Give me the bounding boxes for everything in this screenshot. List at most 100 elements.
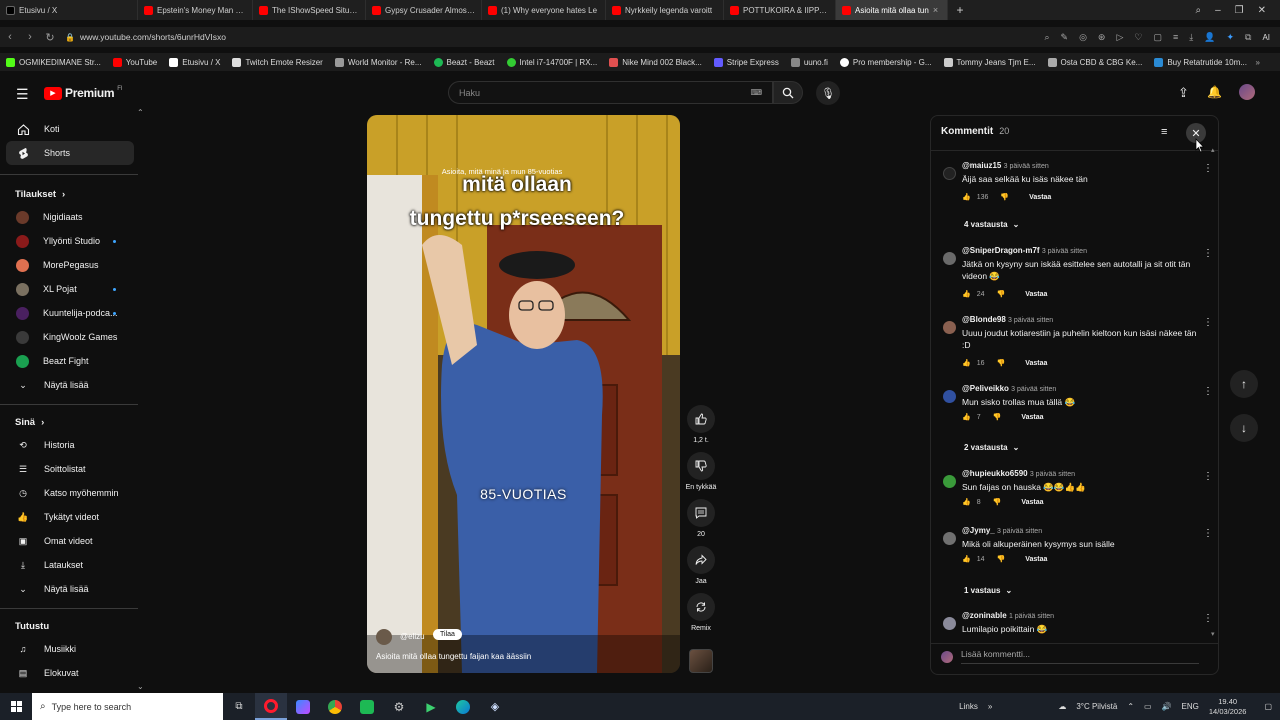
extension-icon[interactable]: ✦ xyxy=(1226,32,1234,43)
edge-icon[interactable] xyxy=(447,693,479,720)
overflow-icon[interactable]: » xyxy=(988,702,992,711)
volume-icon[interactable]: 🔊 xyxy=(1162,702,1172,711)
more-options-icon[interactable]: ⋮ xyxy=(1203,317,1213,328)
replies-toggle[interactable]: 2 vastausta ⌄ xyxy=(964,443,1019,452)
sidebar-item-music[interactable]: ♫ Musiikki xyxy=(0,637,128,661)
bookmark[interactable]: Nike Mind 002 Black... xyxy=(603,57,708,67)
share-icon[interactable] xyxy=(687,546,715,574)
comment-avatar[interactable] xyxy=(943,617,956,630)
reply-button[interactable]: Vastaa xyxy=(1025,291,1047,298)
like-icon[interactable]: 👍 xyxy=(962,290,971,298)
dislike-icon[interactable]: 👎 xyxy=(1000,193,1009,201)
bookmark[interactable]: YouTube xyxy=(107,57,163,67)
like-action[interactable]: 1,2 t. xyxy=(687,405,715,444)
like-icon[interactable]: 👍 xyxy=(962,555,971,563)
spotify-icon[interactable] xyxy=(351,693,383,720)
task-view-icon[interactable]: ⧉ xyxy=(223,693,255,720)
camera-icon[interactable]: ◎ xyxy=(1079,32,1087,43)
bookmark[interactable]: Intel i7-14700F | RX... xyxy=(501,57,604,67)
steam-icon[interactable]: ◈ xyxy=(479,693,511,720)
bookmark[interactable]: Tommy Jeans Tjm E... xyxy=(938,57,1042,67)
sidebar-item-history[interactable]: ⟲ Historia xyxy=(0,433,128,457)
bookmark[interactable]: World Monitor - Re... xyxy=(329,57,428,67)
like-icon[interactable]: 👍 xyxy=(962,498,971,506)
app-icon[interactable] xyxy=(287,693,319,720)
subscription-item[interactable]: Kuuntelija-podca... xyxy=(0,301,128,325)
search-input[interactable]: Haku ⌨ xyxy=(448,81,773,104)
channel-avatar[interactable] xyxy=(376,629,392,645)
comments-action[interactable]: 20 xyxy=(687,499,715,538)
media-player-icon[interactable]: ▶ xyxy=(415,693,447,720)
bookmark[interactable]: OGMIKEDIMANE Str... xyxy=(0,57,107,67)
next-short-button[interactable]: ↓ xyxy=(1230,414,1258,442)
taskbar-search-input[interactable]: ⌕ Type here to search xyxy=(32,693,223,720)
add-comment-input[interactable]: Lisää kommentti... xyxy=(961,649,1199,664)
reply-button[interactable]: Vastaa xyxy=(1021,414,1043,421)
minimize-icon[interactable]: – xyxy=(1215,5,1221,16)
dislike-icon[interactable]: 👎 xyxy=(997,359,1006,367)
bookmark[interactable]: Twitch Emote Resizer xyxy=(226,57,328,67)
ai-icon[interactable]: AI xyxy=(1262,33,1270,42)
weather-text[interactable]: 3°C Pilvistä xyxy=(1076,702,1117,711)
menu-icon[interactable]: ☰ xyxy=(16,86,29,103)
sidebar-item-show-more[interactable]: ⌄ Näytä lisää xyxy=(0,577,128,601)
shield-icon[interactable]: ⊛ xyxy=(1098,32,1106,43)
shorts-video-player[interactable]: Asioita, mitä minä ja mun 85-vuotias mit… xyxy=(367,115,680,673)
tray-chevron-icon[interactable]: ⌃ xyxy=(1127,702,1134,711)
more-options-icon[interactable]: ⋮ xyxy=(1203,471,1213,482)
settings-icon[interactable]: ⚙ xyxy=(383,693,415,720)
browser-tab[interactable]: (1) Why everyone hates Le xyxy=(482,0,606,20)
heart-icon[interactable]: ♡ xyxy=(1134,32,1142,43)
browser-tab[interactable]: Epstein's Money Man Spi xyxy=(138,0,253,20)
comment-author[interactable]: @maiuz15 xyxy=(962,161,1001,170)
subscription-item[interactable]: Yllyönti Studio xyxy=(0,229,128,253)
subscription-item[interactable]: Nigidiaats xyxy=(0,205,128,229)
bookmark[interactable]: Buy Retatrutide 10m... xyxy=(1148,57,1253,67)
forward-icon[interactable]: › xyxy=(20,27,40,47)
browser-tab-active[interactable]: Asioita mitä ollaa tun × xyxy=(836,0,948,20)
edit-icon[interactable]: ✎ xyxy=(1061,32,1069,43)
play-icon[interactable]: ▷ xyxy=(1116,32,1123,43)
scroll-down-icon[interactable]: ▾ xyxy=(1211,630,1215,638)
like-icon[interactable]: 👍 xyxy=(962,193,971,201)
opera-icon[interactable] xyxy=(255,693,287,720)
comment-avatar[interactable] xyxy=(943,252,956,265)
subscription-item[interactable]: MorePegasus xyxy=(0,253,128,277)
maximize-icon[interactable]: ❐ xyxy=(1235,5,1244,16)
more-options-icon[interactable]: ⋮ xyxy=(1203,528,1213,539)
windows-start-icon[interactable] xyxy=(0,693,32,720)
voice-search-icon[interactable]: 🎙 xyxy=(816,81,840,105)
replies-toggle[interactable]: 4 vastausta ⌄ xyxy=(964,220,1019,229)
zoom-icon[interactable]: ⌕ xyxy=(1044,32,1049,43)
more-options-icon[interactable]: ⋮ xyxy=(1203,248,1213,259)
dislike-icon[interactable]: 👎 xyxy=(993,413,1002,421)
subscription-item[interactable]: Beazt Fight xyxy=(0,349,128,373)
links-toolbar[interactable]: Links xyxy=(959,702,978,711)
like-icon[interactable]: 👍 xyxy=(962,413,971,421)
comment-author[interactable]: @hupieukko6590 xyxy=(962,469,1028,478)
bookmark[interactable]: Pro membership - G... xyxy=(834,57,938,67)
puzzle-icon[interactable]: ⧉ xyxy=(1245,32,1251,43)
sidebar-item-watch-later[interactable]: ◷ Katso myöhemmin xyxy=(0,481,128,505)
search-button[interactable] xyxy=(773,81,803,104)
more-options-icon[interactable]: ⋮ xyxy=(1203,163,1213,174)
keyboard-icon[interactable]: ⌨ xyxy=(750,88,762,97)
previous-short-button[interactable]: ↑ xyxy=(1230,370,1258,398)
comment-avatar[interactable] xyxy=(943,390,956,403)
browser-tab[interactable]: The IShowSpeed Situation xyxy=(253,0,366,20)
dislike-action[interactable]: En tykkää xyxy=(686,452,716,491)
dislike-icon[interactable]: 👎 xyxy=(997,290,1006,298)
show-more-subscriptions[interactable]: ⌄ Näytä lisää xyxy=(0,373,128,397)
sidebar-item-downloads[interactable]: ⤓ Lataukset xyxy=(0,553,128,577)
comment-author[interactable]: @SniperDragon-m7f xyxy=(962,246,1040,255)
notification-center-icon[interactable]: ▢ xyxy=(1264,702,1272,711)
subscription-item[interactable]: KingWoolz Games xyxy=(0,325,128,349)
subscriptions-header[interactable]: Tilaukset › xyxy=(0,183,140,205)
back-icon[interactable]: ‹ xyxy=(0,27,20,47)
sound-thumbnail[interactable] xyxy=(689,649,713,673)
scroll-up-icon[interactable]: ▴ xyxy=(1211,146,1215,154)
sidebar-item-movies[interactable]: ▤ Elokuvat xyxy=(0,661,128,685)
sidebar-item-home[interactable]: Koti xyxy=(0,117,128,141)
profile-icon[interactable]: 👤 xyxy=(1204,32,1215,43)
subscribe-button[interactable]: Tilaa xyxy=(433,629,462,640)
